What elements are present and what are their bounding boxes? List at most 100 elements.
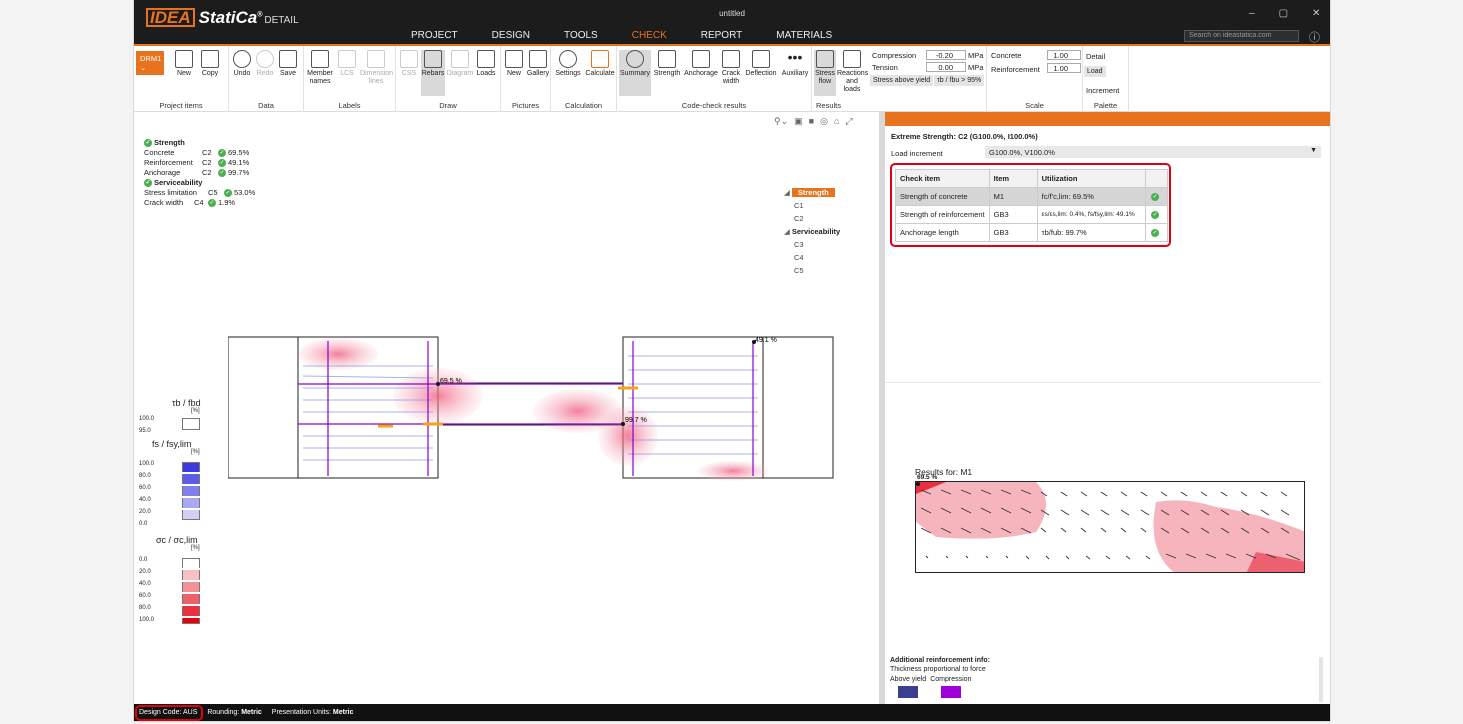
stress-flow-svg: 69.5 % 49.1 % 99.7 % <box>227 336 834 481</box>
drm-dropdown[interactable]: DRM1 ⌄ <box>136 51 164 75</box>
tree-c5[interactable]: C5 <box>784 264 840 277</box>
lcs-button[interactable]: LCS <box>336 50 358 78</box>
tree-c4[interactable]: C4 <box>784 251 840 264</box>
palette-increment[interactable]: Increment <box>1086 86 1119 95</box>
dimension-lines-button[interactable]: Dimension lines <box>360 50 393 86</box>
lcs-icon <box>338 50 356 68</box>
legend-value: 100.0 <box>139 461 155 467</box>
units-value[interactable]: Metric <box>333 709 354 716</box>
compression-input[interactable]: -0.20 <box>926 50 966 60</box>
view-solid-icon[interactable]: ■ <box>809 116 814 127</box>
crack-width-icon <box>722 50 740 68</box>
view-eye-icon[interactable]: ◎ <box>820 116 828 127</box>
group-label: Palette <box>1093 101 1118 110</box>
stress-zone <box>393 368 483 424</box>
new-button[interactable]: New <box>172 50 196 78</box>
group-results: Stress flow Reactions and loads Compress… <box>812 46 987 112</box>
rebars-button[interactable]: Rebars <box>421 50 445 96</box>
diagram-button[interactable]: Diagram <box>446 50 474 78</box>
legend-unit: [%] <box>191 545 200 551</box>
anchorage-icon <box>692 50 710 68</box>
member-names-button[interactable]: Member names <box>306 50 334 86</box>
menu-materials[interactable]: MATERIALS <box>759 30 849 41</box>
concrete-scale-input[interactable]: 1.00 <box>1047 50 1081 60</box>
result-row: Reinforcement C2 ✓ 49.1% <box>144 158 250 168</box>
stress-flow-button[interactable]: Stress flow <box>814 50 836 96</box>
settings-button[interactable]: Settings <box>553 50 583 78</box>
member-detail-view[interactable] <box>915 481 1305 573</box>
status-bar: Design Code: AUS Rounding: Metric Presen… <box>134 704 1330 721</box>
tree-serviceability[interactable]: ◢ Serviceability <box>784 225 840 238</box>
redo-button[interactable]: Redo <box>254 50 276 78</box>
undo-button[interactable]: Undo <box>231 50 253 78</box>
minimize-icon[interactable]: – <box>1249 8 1255 19</box>
maximize-icon[interactable]: ▢ <box>1279 8 1288 19</box>
legend-value: 60.0 <box>139 485 151 491</box>
stress-above-yield-button[interactable]: Stress above yield <box>870 75 934 86</box>
menu-report[interactable]: REPORT <box>684 30 760 41</box>
stress-flow-icon <box>816 50 834 68</box>
gallery-button[interactable]: Gallery <box>526 50 550 78</box>
group-palette: Detail Load Increment Palette <box>1083 46 1129 112</box>
rounding-value[interactable]: Metric <box>241 709 262 716</box>
tree-strength[interactable]: ◢ Strength <box>784 186 840 199</box>
strength-button[interactable]: Strength <box>652 50 682 78</box>
load-increment-select[interactable]: G100.0%, V100.0% ▼ <box>985 146 1321 158</box>
legend-value: 0.0 <box>139 557 148 563</box>
zoom-icon[interactable]: ⚲⌄ <box>774 116 788 127</box>
scrollbar[interactable] <box>1319 657 1323 702</box>
calculate-button[interactable]: Calculate <box>584 50 616 78</box>
home-icon[interactable]: ⌂ <box>834 116 839 127</box>
summary-button[interactable]: Summary <box>619 50 651 96</box>
info-icon[interactable]: ⓘ <box>1309 29 1320 45</box>
tree-c2[interactable]: C2 <box>784 212 840 225</box>
document-title: untitled <box>719 9 745 18</box>
palette-load[interactable]: Load <box>1084 66 1106 77</box>
check-icon: ✓ <box>218 159 226 168</box>
stress-zone <box>298 338 378 370</box>
tension-label: Tension <box>872 63 898 72</box>
view-3d-icon[interactable]: ▣ <box>794 116 803 127</box>
group-label: Calculation <box>564 101 603 110</box>
search-input[interactable]: Search on ideastatica.com <box>1184 30 1299 42</box>
legend-unit: [%] <box>191 449 200 455</box>
result-row: Anchorage C2 ✓ 99.7% <box>144 168 250 178</box>
menu-design[interactable]: DESIGN <box>475 30 547 41</box>
menu-tools[interactable]: TOOLS <box>547 30 615 41</box>
tb-ratio-button[interactable]: τb / fbu > 95% <box>934 75 985 86</box>
save-button[interactable]: Save <box>277 50 299 78</box>
copy-button[interactable]: Copy <box>198 50 222 78</box>
auxiliary-button[interactable]: ••• Auxiliary <box>779 50 811 78</box>
group-label: Pictures <box>511 101 540 110</box>
anchorage-button[interactable]: Anchorage <box>683 50 719 78</box>
reactions-button[interactable]: Reactions and loads <box>837 50 868 94</box>
deflection-button[interactable]: Deflection <box>743 50 779 78</box>
legend-value: 40.0 <box>139 497 151 503</box>
loads-button[interactable]: Loads <box>475 50 497 78</box>
close-icon[interactable]: ✕ <box>1312 8 1320 19</box>
structure-drawing[interactable]: 69.5 % 49.1 % 99.7 % <box>227 336 868 483</box>
group-draw: CSS Rebars Diagram Loads Draw <box>396 46 501 112</box>
compression-swatch <box>940 686 961 698</box>
legend-swatch <box>182 618 200 624</box>
tree-c3[interactable]: C3 <box>784 238 840 251</box>
tension-input[interactable]: 0.00 <box>926 62 966 72</box>
palette-detail[interactable]: Detail <box>1086 52 1105 61</box>
load-increment-label: Load increment <box>891 149 943 158</box>
fullscreen-icon[interactable]: ⤢ <box>845 116 852 127</box>
legend-swatch <box>182 474 200 484</box>
menu-project[interactable]: PROJECT <box>394 30 475 41</box>
divider <box>885 382 1321 383</box>
css-button[interactable]: CSS <box>398 50 420 78</box>
reinforcement-scale-input[interactable]: 1.00 <box>1047 63 1081 73</box>
legend-swatch <box>182 558 200 568</box>
crack-width-button[interactable]: Crack width <box>720 50 742 86</box>
check-icon: ✓ <box>218 169 226 178</box>
picture-new-button[interactable]: New <box>503 50 525 78</box>
group-labels: Member names LCS Dimension lines Labels <box>304 46 396 112</box>
compression-unit: MPa <box>968 51 984 60</box>
group-label: Scale <box>1025 101 1044 110</box>
tree-c1[interactable]: C1 <box>784 199 840 212</box>
legend-swatch <box>182 606 200 616</box>
menu-check[interactable]: CHECK <box>615 30 684 41</box>
